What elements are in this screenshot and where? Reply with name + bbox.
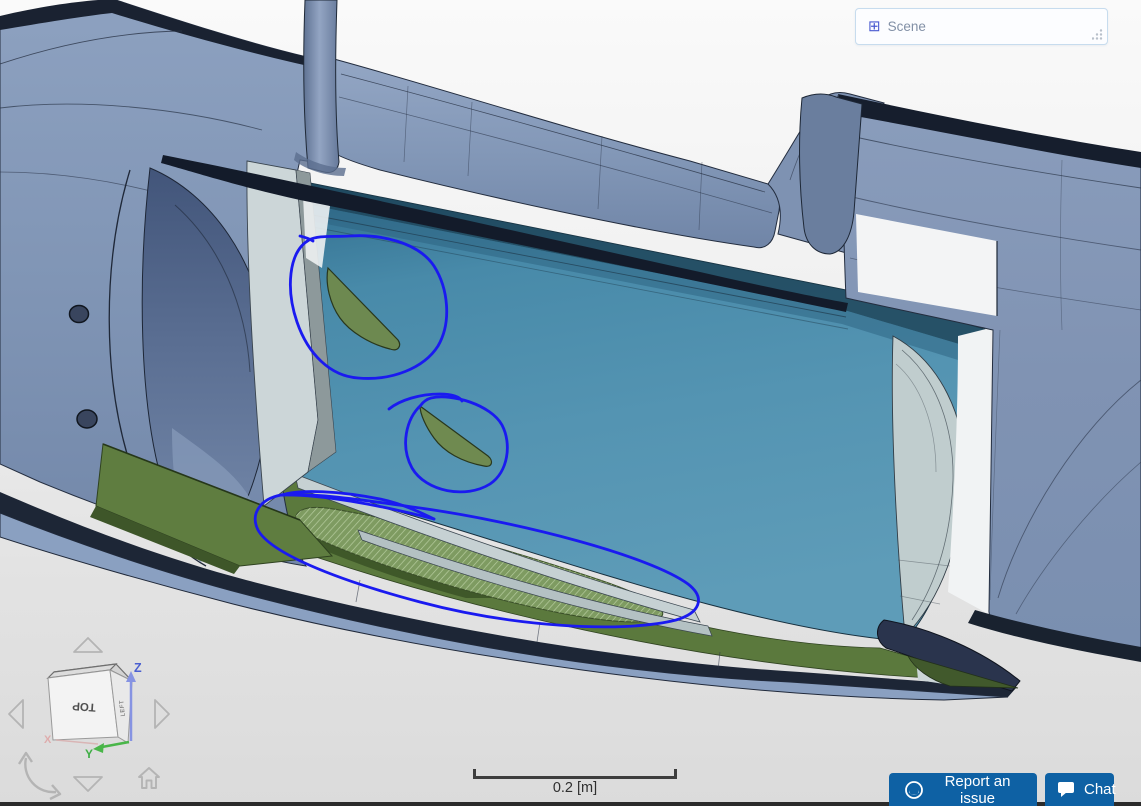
pan-left-arrow[interactable] [9,700,23,728]
mount-hole [70,306,89,323]
vertical-strake [247,161,336,506]
scene-expand-icon[interactable]: ⊞ [868,19,881,34]
scale-bar-label: 0.2 [m] [473,780,677,796]
axis-z-label: Z [134,661,142,675]
view-cube-top-label: TOP [72,699,97,713]
chat-label: Chat [1084,781,1116,798]
pan-up-arrow[interactable] [74,638,102,652]
pan-right-arrow[interactable] [155,700,169,728]
navigation-widget: TOP LEFT X Y Z [0,628,185,806]
cad-viewer-viewport: ⊞ Scene TOP [0,0,1141,806]
axis-x-label: X [44,734,52,746]
scene-panel-title: Scene [888,19,926,34]
resize-grip-icon[interactable] [1092,29,1103,40]
mount-hole [77,410,97,428]
chat-icon [1057,781,1075,798]
scale-bar-line [473,769,677,779]
scene-panel[interactable]: ⊞ Scene [855,8,1108,45]
report-issue-button[interactable]: Report an issue [889,773,1037,806]
rotate-view-arrow[interactable] [19,753,60,799]
report-issue-label: Report an issue [933,773,1022,806]
home-view-icon[interactable] [139,768,159,788]
scale-bar: 0.2 [m] [473,769,677,796]
pan-down-arrow[interactable] [74,777,102,791]
report-issue-icon [904,780,924,800]
axis-y-label: Y [85,747,93,761]
view-cube[interactable]: TOP LEFT [48,664,132,743]
chat-button[interactable]: Chat [1045,773,1114,806]
